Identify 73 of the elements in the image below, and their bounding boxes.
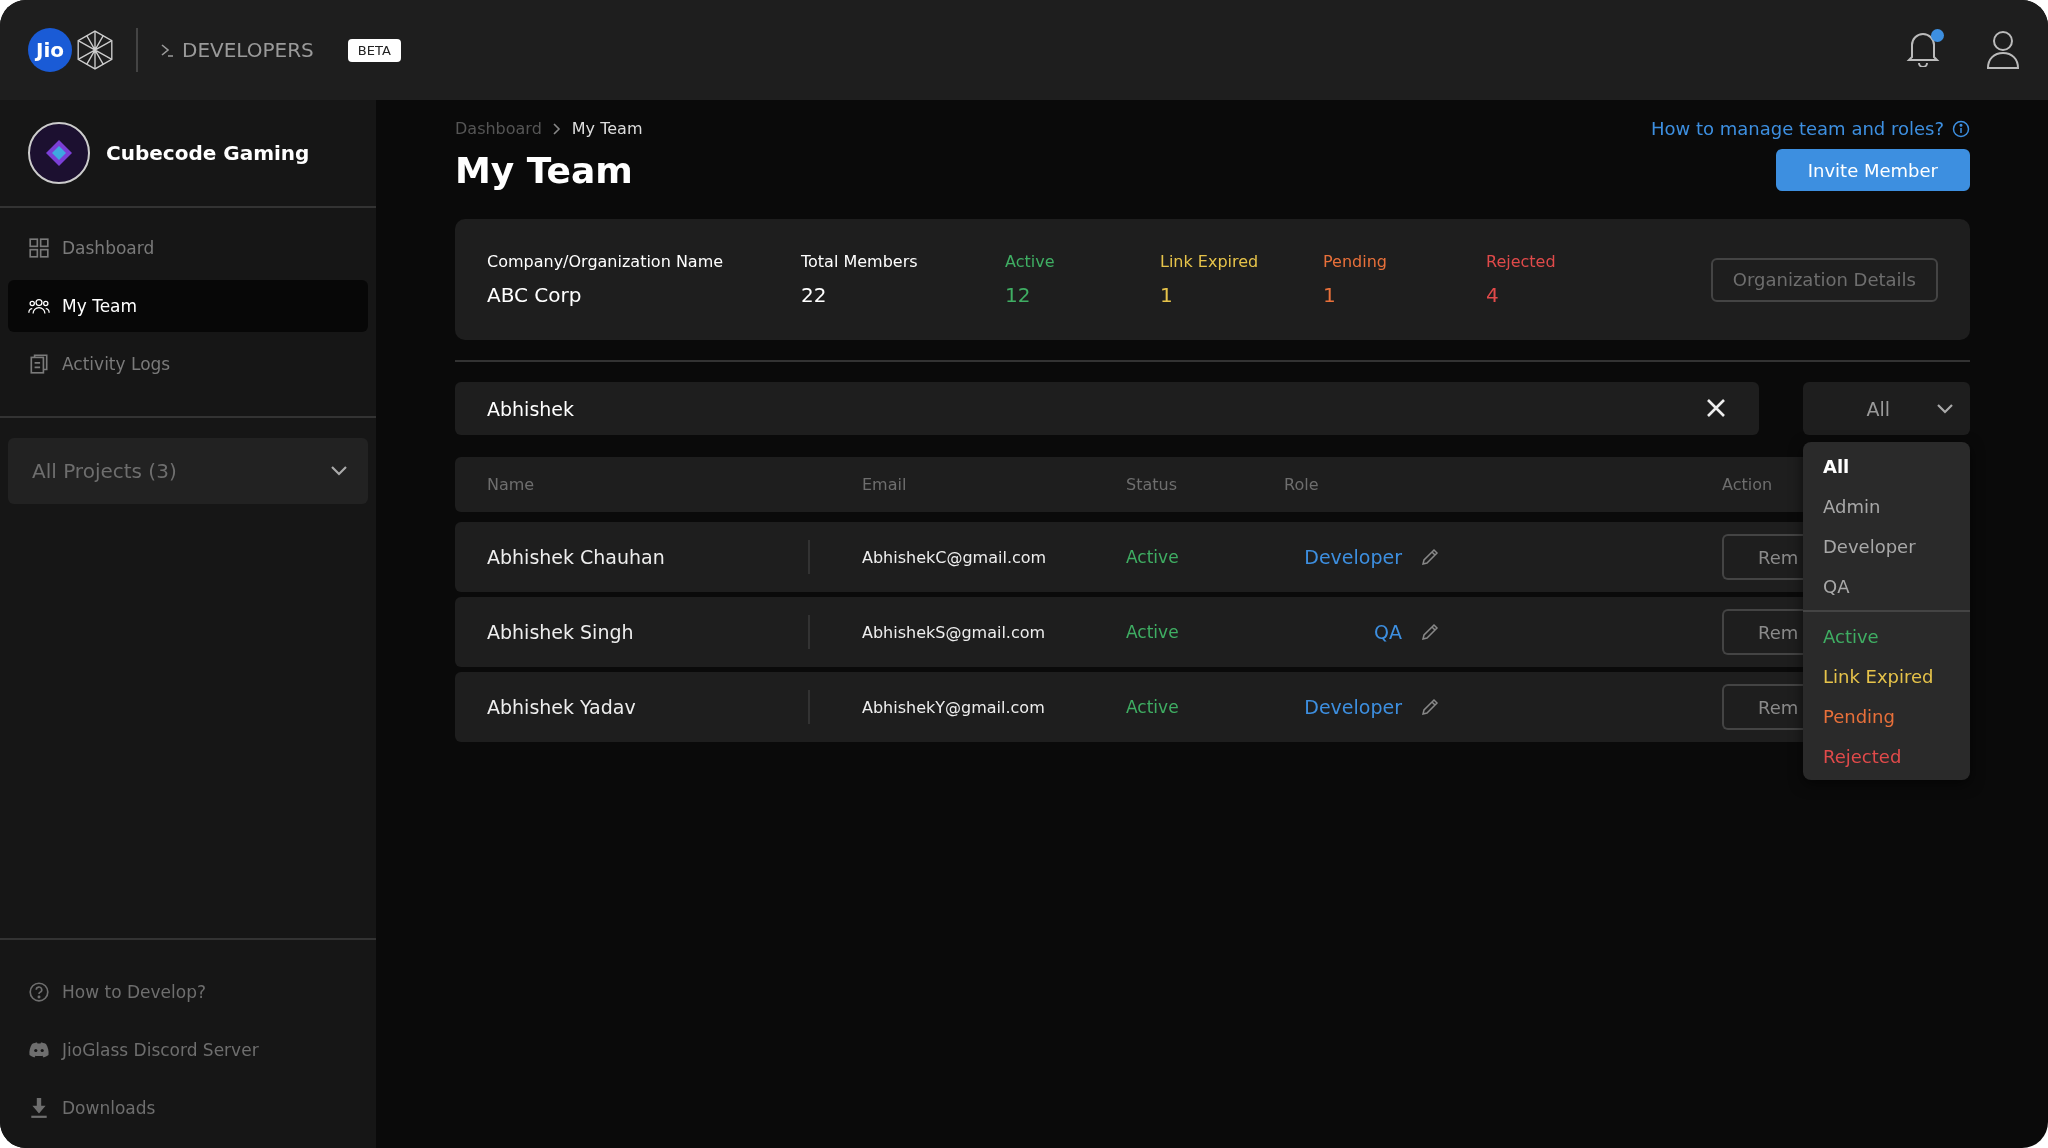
pencil-icon[interactable]	[1420, 622, 1440, 642]
projects-dropdown[interactable]: All Projects (3)	[8, 438, 368, 504]
sidebar-link[interactable]: Downloads	[0, 1082, 376, 1134]
menu-option[interactable]: Rejected	[1803, 736, 1970, 776]
beta-badge: BETA	[347, 38, 401, 62]
breadcrumb-link[interactable]: My Team	[571, 119, 643, 138]
member-email: AbhishekC@gmail.com	[862, 547, 1048, 567]
user-icon[interactable]	[1986, 30, 2020, 70]
stat-label: Active	[1005, 252, 1056, 271]
pencil-icon[interactable]	[1420, 697, 1440, 717]
stat-value: 22	[801, 283, 828, 307]
menu-option[interactable]: Active	[1803, 616, 1970, 656]
organization-name: Cubecode Gaming	[106, 141, 310, 165]
member-email: AbhishekS@gmail.com	[862, 622, 1047, 642]
column-header: Email	[862, 475, 908, 494]
role-link[interactable]: Developer	[1284, 696, 1402, 718]
remove-button[interactable]: Rem	[1722, 684, 1803, 730]
stat-value: 1	[1160, 283, 1174, 307]
sidebar-link[interactable]: JioGlass Discord Server	[0, 1024, 376, 1076]
chevron-right-icon	[551, 121, 562, 136]
sidebar-link[interactable]: How to Develop?	[0, 966, 376, 1018]
member-status: Active	[1126, 547, 1180, 567]
column-header: Action	[1722, 475, 1774, 494]
member-email: AbhishekY@gmail.com	[862, 697, 1046, 717]
menu-option[interactable]: Admin	[1803, 486, 1970, 526]
page-title: My Team	[455, 149, 633, 191]
menu-option[interactable]: Pending	[1803, 696, 1970, 736]
sidebar-item[interactable]: Dashboard	[8, 222, 368, 274]
breadcrumb-link[interactable]: Dashboard	[455, 119, 542, 138]
stat-label: Rejected	[1486, 252, 1557, 271]
menu-option[interactable]: QA	[1803, 566, 1970, 606]
organization-details-button[interactable]: Organization Details	[1710, 257, 1938, 302]
chevron-down-icon	[1936, 402, 1954, 415]
stat-value: 4	[1486, 283, 1500, 307]
menu-option[interactable]: All	[1803, 446, 1970, 486]
help-icon	[28, 981, 50, 1003]
role-link[interactable]: QA	[1284, 621, 1402, 643]
filter-dropdown[interactable]: All	[1803, 382, 1970, 435]
role-link[interactable]: Developer	[1284, 546, 1402, 568]
remove-button[interactable]: Rem	[1722, 609, 1803, 655]
member-name: Abhishek Yadav	[487, 696, 636, 718]
stat-value: 1	[1323, 283, 1337, 307]
member-name: Abhishek Chauhan	[487, 546, 665, 568]
menu-option[interactable]: Developer	[1803, 526, 1970, 566]
remove-button[interactable]: Rem	[1722, 534, 1803, 580]
column-header: Role	[1284, 475, 1320, 494]
stat-value: 12	[1005, 283, 1032, 307]
member-status: Active	[1126, 622, 1180, 642]
stat-value: ABC Corp	[487, 283, 583, 307]
search-field[interactable]: Abhishek	[455, 382, 1759, 435]
pencil-icon[interactable]	[1420, 547, 1440, 567]
column-header: Name	[487, 475, 536, 494]
member-status: Active	[1126, 697, 1180, 717]
chevron-down-icon	[330, 465, 348, 477]
help-link[interactable]: How to manage team and roles?	[1650, 118, 1944, 139]
stat-label: Company/Organization Name	[487, 252, 725, 271]
grid-icon	[28, 237, 50, 259]
invite-member-button[interactable]: Invite Member	[1775, 149, 1970, 191]
stat-label: Pending	[1323, 252, 1388, 271]
menu-option[interactable]: Link Expired	[1803, 656, 1970, 696]
document-icon	[28, 353, 50, 375]
sidebar-item[interactable]: Activity Logs	[8, 338, 368, 390]
prompt-icon	[160, 43, 174, 57]
section-title: DEVELOPERS	[182, 38, 314, 62]
info-icon	[1952, 119, 1970, 138]
member-name: Abhishek Singh	[487, 621, 634, 643]
stat-label: Link Expired	[1160, 252, 1260, 271]
sidebar-item[interactable]: My Team	[8, 280, 368, 332]
close-icon[interactable]	[1705, 397, 1727, 419]
logo[interactable]: Jio	[28, 28, 72, 72]
stat-label: Total Members	[801, 252, 919, 271]
column-header: Status	[1126, 475, 1178, 494]
download-icon	[28, 1097, 50, 1119]
